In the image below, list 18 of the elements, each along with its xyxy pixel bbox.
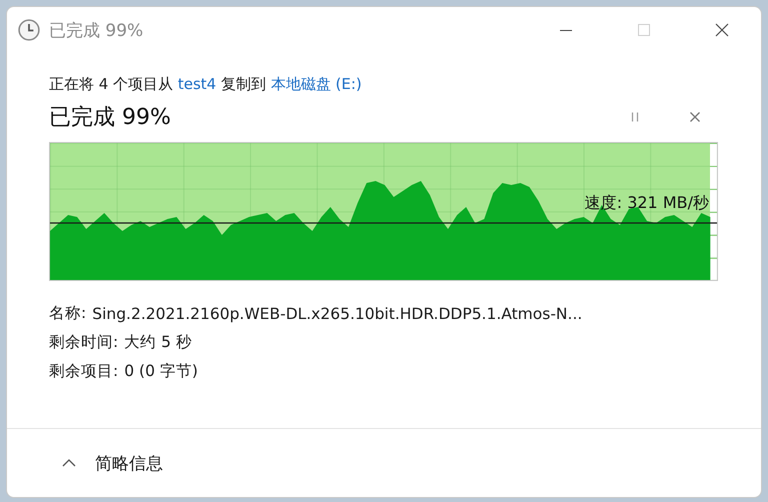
clock-icon (18, 19, 40, 41)
detail-label: 名称: (49, 303, 86, 324)
close-icon (689, 111, 701, 123)
speed-label: 速度: 321 MB/秒 (584, 193, 709, 214)
progress-heading: 已完成 99% (49, 104, 171, 132)
detail-value: 0 (0 字节) (124, 361, 198, 382)
copy-summary: 正在将 4 个项目从 test4 复制到 本地磁盘 (E:) (49, 75, 363, 95)
detail-value: 大约 5 秒 (124, 332, 192, 353)
destination-link[interactable]: 本地磁盘 (E:) (270, 75, 362, 93)
maximize-icon (636, 22, 652, 38)
pause-icon (629, 111, 641, 123)
window-title: 已完成 99% (49, 20, 144, 42)
details-toggle[interactable]: 简略信息 (57, 448, 167, 478)
close-icon (714, 22, 730, 38)
detail-label: 剩余项目: (49, 361, 118, 382)
detail-label: 剩余时间: (49, 332, 118, 353)
source-link[interactable]: test4 (178, 75, 216, 93)
detail-value: Sing.2.2021.2160p.WEB-DL.x265.10bit.HDR.DDP5.1.Atmos-N... (92, 304, 582, 322)
